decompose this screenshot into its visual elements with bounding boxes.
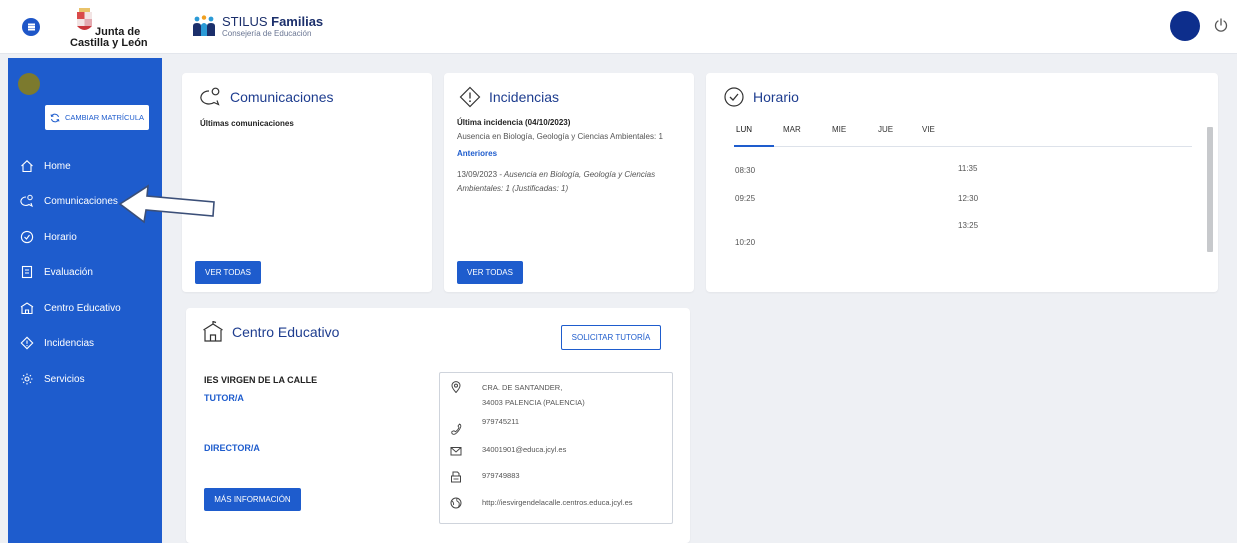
warning-icon bbox=[459, 86, 481, 108]
warning-icon bbox=[20, 336, 34, 350]
comunicaciones-title-text: Comunicaciones bbox=[230, 89, 334, 105]
centro-card-title: Centro Educativo bbox=[202, 321, 339, 343]
sidebar-item-horario[interactable]: Horario bbox=[20, 227, 160, 247]
change-enrollment-label: CAMBIAR MATRÍCULA bbox=[64, 113, 145, 122]
horario-card-title: Horario bbox=[723, 86, 799, 108]
phone-number: 979745211 bbox=[482, 417, 519, 426]
sidebar-item-label: Comunicaciones bbox=[44, 195, 118, 207]
app-name-bold: Familias bbox=[271, 14, 324, 29]
school-name: IES VIRGEN DE LA CALLE bbox=[204, 375, 318, 385]
address-line1: CRA. DE SANTANDER, bbox=[482, 383, 563, 392]
incidencias-title-text: Incidencias bbox=[489, 89, 560, 105]
phone-icon bbox=[451, 423, 462, 435]
horario-title-text: Horario bbox=[753, 89, 799, 105]
evaluation-icon bbox=[21, 265, 33, 279]
sidebar-item-label: Servicios bbox=[44, 373, 85, 385]
ver-todas-incidencias-button[interactable]: VER TODAS bbox=[457, 261, 523, 284]
coat-of-arms-icon bbox=[77, 8, 92, 30]
sidebar-item-centro-educativo[interactable]: Centro Educativo bbox=[20, 298, 160, 318]
previous-incidents-link[interactable]: Anteriores bbox=[457, 149, 497, 158]
time-slot: 09:25 bbox=[735, 194, 756, 203]
menu-button[interactable] bbox=[22, 18, 40, 36]
sidebar-item-evaluacion[interactable]: Evaluación bbox=[20, 262, 160, 282]
clock-icon bbox=[724, 87, 744, 107]
centro-educativo-card: Centro Educativo SOLICITAR TUTORÍA IES V… bbox=[186, 308, 690, 543]
time-slot: 11:35 bbox=[958, 164, 978, 173]
ver-todas-comunicaciones-button[interactable]: VER TODAS bbox=[195, 261, 261, 284]
school-icon bbox=[20, 302, 34, 315]
chat-icon bbox=[20, 194, 33, 208]
school-icon bbox=[203, 321, 223, 342]
menu-icon bbox=[27, 26, 35, 28]
app-subtitle: Consejería de Educación bbox=[222, 29, 312, 38]
active-tab-indicator bbox=[734, 145, 774, 147]
time-slot: 08:30 bbox=[735, 166, 756, 175]
weekday-tabs: LUN MAR MIE JUE VIE bbox=[734, 121, 1192, 147]
previous-incident-date: 13/09/2023 bbox=[457, 170, 498, 179]
scrollbar-thumb[interactable] bbox=[1207, 127, 1213, 252]
logo-text-line2: Castilla y León bbox=[70, 37, 148, 49]
settings-icon bbox=[21, 373, 33, 385]
fax-number: 979749883 bbox=[482, 471, 520, 480]
change-enrollment-button[interactable]: CAMBIAR MATRÍCULA bbox=[45, 105, 149, 130]
schedule-scrollbar[interactable] bbox=[1206, 117, 1214, 287]
comunicaciones-card-title: Comunicaciones bbox=[200, 86, 334, 108]
email-link[interactable]: 34001901@educa.jcyl.es bbox=[482, 444, 566, 455]
tab-mie[interactable]: MIE bbox=[832, 125, 846, 134]
power-icon[interactable] bbox=[1213, 17, 1229, 33]
refresh-icon bbox=[50, 113, 60, 122]
director-label: DIRECTOR/A bbox=[204, 443, 260, 453]
incidencias-card-title: Incidencias bbox=[459, 86, 559, 108]
time-slot: 10:20 bbox=[735, 238, 756, 247]
solicitar-tutoria-button[interactable]: SOLICITAR TUTORÍA bbox=[561, 325, 661, 350]
sidebar-item-label: Horario bbox=[44, 231, 77, 243]
tab-vie[interactable]: VIE bbox=[922, 125, 935, 134]
school-contact-box: CRA. DE SANTANDER, 34003 PALENCIA (PALEN… bbox=[439, 372, 673, 524]
horario-card: Horario LUN MAR MIE JUE VIE 08:30 09:25 … bbox=[706, 73, 1218, 292]
tab-mar[interactable]: MAR bbox=[783, 125, 801, 134]
last-incident-label: Última incidencia (04/10/2023) bbox=[457, 118, 571, 127]
previous-incident-line1: 13/09/2023 - Ausencia en Biología, Geolo… bbox=[457, 169, 655, 181]
jcyl-logo[interactable]: Junta de Castilla y León bbox=[66, 6, 156, 49]
previous-incident-line2: Ambientales: 1 (Justificadas: 1) bbox=[457, 184, 569, 193]
student-avatar[interactable] bbox=[18, 73, 40, 95]
time-slot: 13:25 bbox=[958, 221, 979, 230]
comunicaciones-card: Comunicaciones Últimas comunicaciones VE… bbox=[182, 73, 432, 292]
email-icon bbox=[450, 447, 462, 456]
sidebar-item-incidencias[interactable]: Incidencias bbox=[20, 333, 160, 353]
sidebar-item-label: Incidencias bbox=[44, 337, 95, 349]
previous-incident-text1: - Ausencia en Biología, Geología y Cienc… bbox=[497, 170, 656, 179]
fax-icon bbox=[451, 471, 461, 483]
sidebar-item-label: Centro Educativo bbox=[44, 302, 121, 314]
home-icon bbox=[21, 160, 33, 173]
family-icon bbox=[193, 15, 215, 36]
chat-icon bbox=[200, 87, 220, 106]
incidencias-card: Incidencias Última incidencia (04/10/202… bbox=[444, 73, 694, 292]
tab-lun[interactable]: LUN bbox=[736, 125, 752, 134]
app-name-light: STILUS bbox=[222, 14, 272, 29]
annotation-arrow-icon bbox=[118, 184, 215, 224]
website-link[interactable]: http://iesvirgendelacalle.centros.educa.… bbox=[482, 497, 633, 508]
clock-icon bbox=[20, 230, 34, 244]
tutor-label: TUTOR/A bbox=[204, 393, 244, 403]
time-slot: 12:30 bbox=[958, 194, 979, 203]
top-header: Junta de Castilla y León STILUS Familias… bbox=[0, 0, 1237, 54]
address-line2: 34003 PALENCIA (PALENCIA) bbox=[482, 398, 585, 407]
mas-informacion-button[interactable]: MÁS INFORMACIÓN bbox=[204, 488, 301, 511]
app-name: STILUS Familias bbox=[222, 14, 323, 29]
sidebar: CAMBIAR MATRÍCULA Home Comunicaciones Ho… bbox=[8, 58, 162, 543]
globe-icon bbox=[450, 497, 462, 509]
sidebar-item-home[interactable]: Home bbox=[20, 156, 160, 176]
tab-jue[interactable]: JUE bbox=[878, 125, 893, 134]
last-incident-text: Ausencia en Biología, Geología y Ciencia… bbox=[457, 132, 663, 141]
centro-title-text: Centro Educativo bbox=[232, 324, 340, 340]
user-avatar[interactable] bbox=[1170, 11, 1200, 41]
location-icon bbox=[451, 381, 461, 393]
sidebar-item-label: Evaluación bbox=[44, 266, 93, 278]
latest-communications-label: Últimas comunicaciones bbox=[200, 119, 294, 128]
sidebar-item-label: Home bbox=[44, 160, 71, 172]
sidebar-item-servicios[interactable]: Servicios bbox=[20, 369, 160, 389]
